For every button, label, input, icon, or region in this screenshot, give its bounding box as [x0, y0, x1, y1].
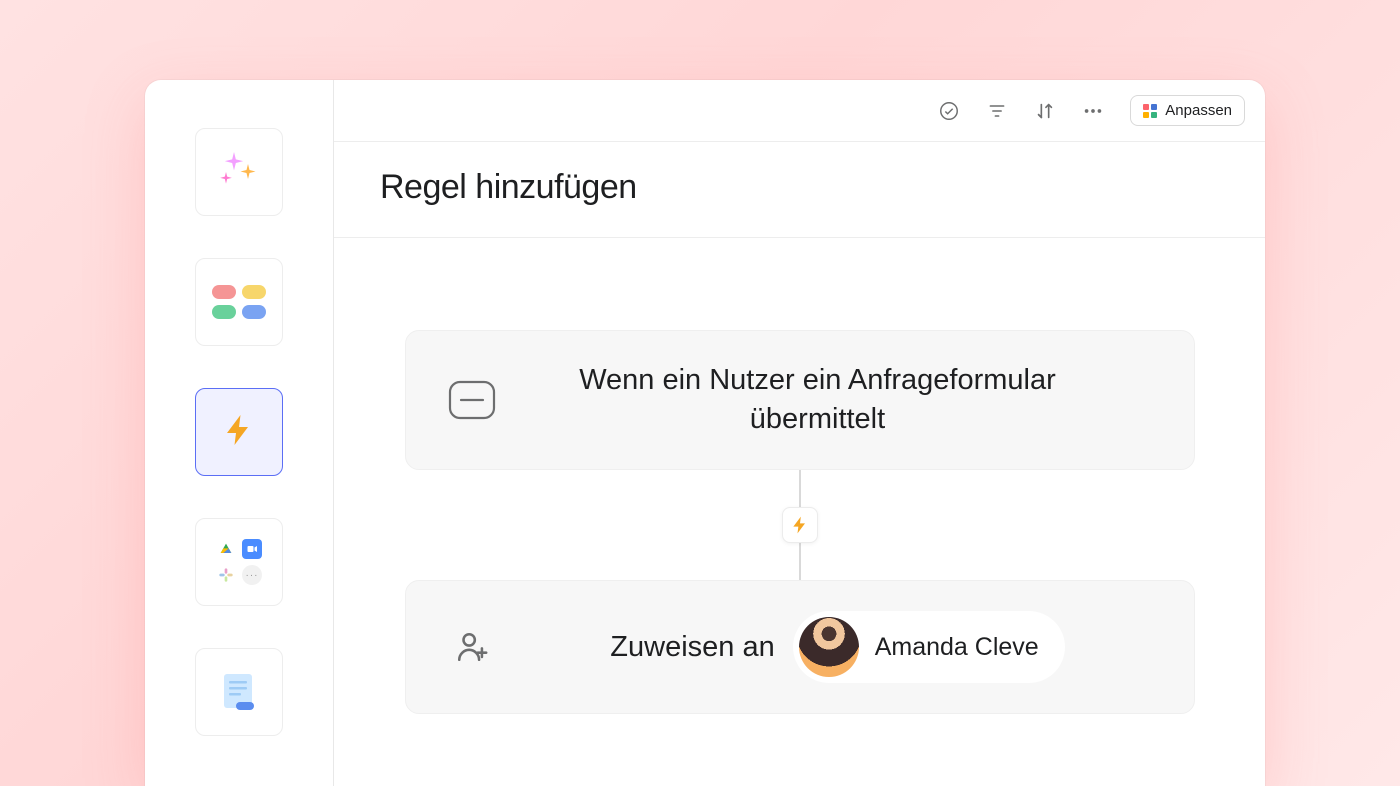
- pills-icon: [212, 285, 266, 319]
- page-title: Regel hinzufügen: [380, 168, 1219, 207]
- sidebar-tile-integrations[interactable]: ···: [195, 518, 283, 606]
- connector-line: [799, 470, 801, 580]
- grid-icon: [1143, 104, 1157, 118]
- sidebar-tile-rules[interactable]: [195, 388, 283, 476]
- customize-label: Anpassen: [1165, 102, 1232, 119]
- assign-person-icon: [446, 630, 498, 664]
- sidebar-tile-brief[interactable]: [195, 648, 283, 736]
- trigger-text: Wenn ein Nutzer ein Anfrageformular über…: [522, 361, 1154, 439]
- document-icon: [222, 672, 256, 712]
- action-label: Zuweisen an: [610, 631, 774, 664]
- integrations-icon: ···: [216, 539, 262, 585]
- check-circle-icon[interactable]: [938, 100, 960, 122]
- sidebar-tile-ai[interactable]: [195, 128, 283, 216]
- trigger-card[interactable]: Wenn ein Nutzer ein Anfrageformular über…: [405, 330, 1195, 470]
- rule-canvas: Wenn ein Nutzer ein Anfrageformular über…: [334, 238, 1265, 786]
- bolt-icon: [221, 412, 257, 453]
- sort-arrows-icon[interactable]: [1034, 100, 1056, 122]
- filter-lines-icon[interactable]: [986, 100, 1008, 122]
- more-icon[interactable]: [1082, 100, 1104, 122]
- form-icon: [446, 379, 498, 421]
- app-window: ···: [145, 80, 1265, 786]
- topbar: Anpassen: [334, 80, 1265, 142]
- sidebar-tile-fields[interactable]: [195, 258, 283, 346]
- avatar: [799, 617, 859, 677]
- main-area: Anpassen Regel hinzufügen Wenn ein Nutze…: [334, 80, 1265, 786]
- customize-button[interactable]: Anpassen: [1130, 95, 1245, 126]
- assignee-name: Amanda Cleve: [875, 633, 1039, 662]
- page-header: Regel hinzufügen: [334, 142, 1265, 238]
- action-body: Zuweisen an Amanda Cleve: [522, 611, 1154, 683]
- action-card[interactable]: Zuweisen an Amanda Cleve: [405, 580, 1195, 714]
- assignee-chip[interactable]: Amanda Cleve: [793, 611, 1065, 683]
- sidebar: ···: [145, 80, 334, 786]
- sparkles-icon: [217, 150, 261, 194]
- connector-bolt-icon: [782, 507, 818, 543]
